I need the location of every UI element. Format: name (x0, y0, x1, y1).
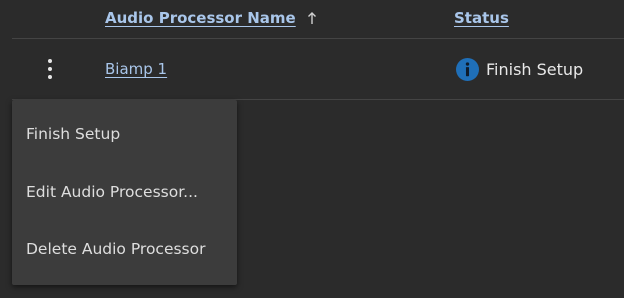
page: Audio Processor Name Status Biamp 1 Fini… (0, 0, 624, 298)
menu-item-label: Finish Setup (26, 125, 121, 143)
menu-item-label: Delete Audio Processor (26, 240, 206, 258)
menu-item-finish-setup[interactable]: Finish Setup (12, 115, 237, 155)
column-header-status[interactable]: Status (454, 9, 509, 27)
menu-item-edit-audio-processor[interactable]: Edit Audio Processor... (12, 173, 237, 213)
context-menu: Finish Setup Edit Audio Processor... Del… (12, 100, 237, 285)
menu-item-delete-audio-processor[interactable]: Delete Audio Processor (12, 230, 237, 270)
sort-ascending-icon[interactable] (306, 10, 318, 26)
status-text: Finish Setup (486, 60, 584, 79)
column-header-audio-processor-name[interactable]: Audio Processor Name (105, 9, 296, 27)
audio-processor-name-link[interactable]: Biamp 1 (105, 60, 167, 78)
info-icon (456, 58, 479, 81)
more-actions-icon[interactable] (44, 58, 58, 80)
table-header: Audio Processor Name Status (12, 0, 624, 39)
menu-item-label: Edit Audio Processor... (26, 183, 198, 201)
table-row: Biamp 1 Finish Setup (12, 39, 624, 100)
